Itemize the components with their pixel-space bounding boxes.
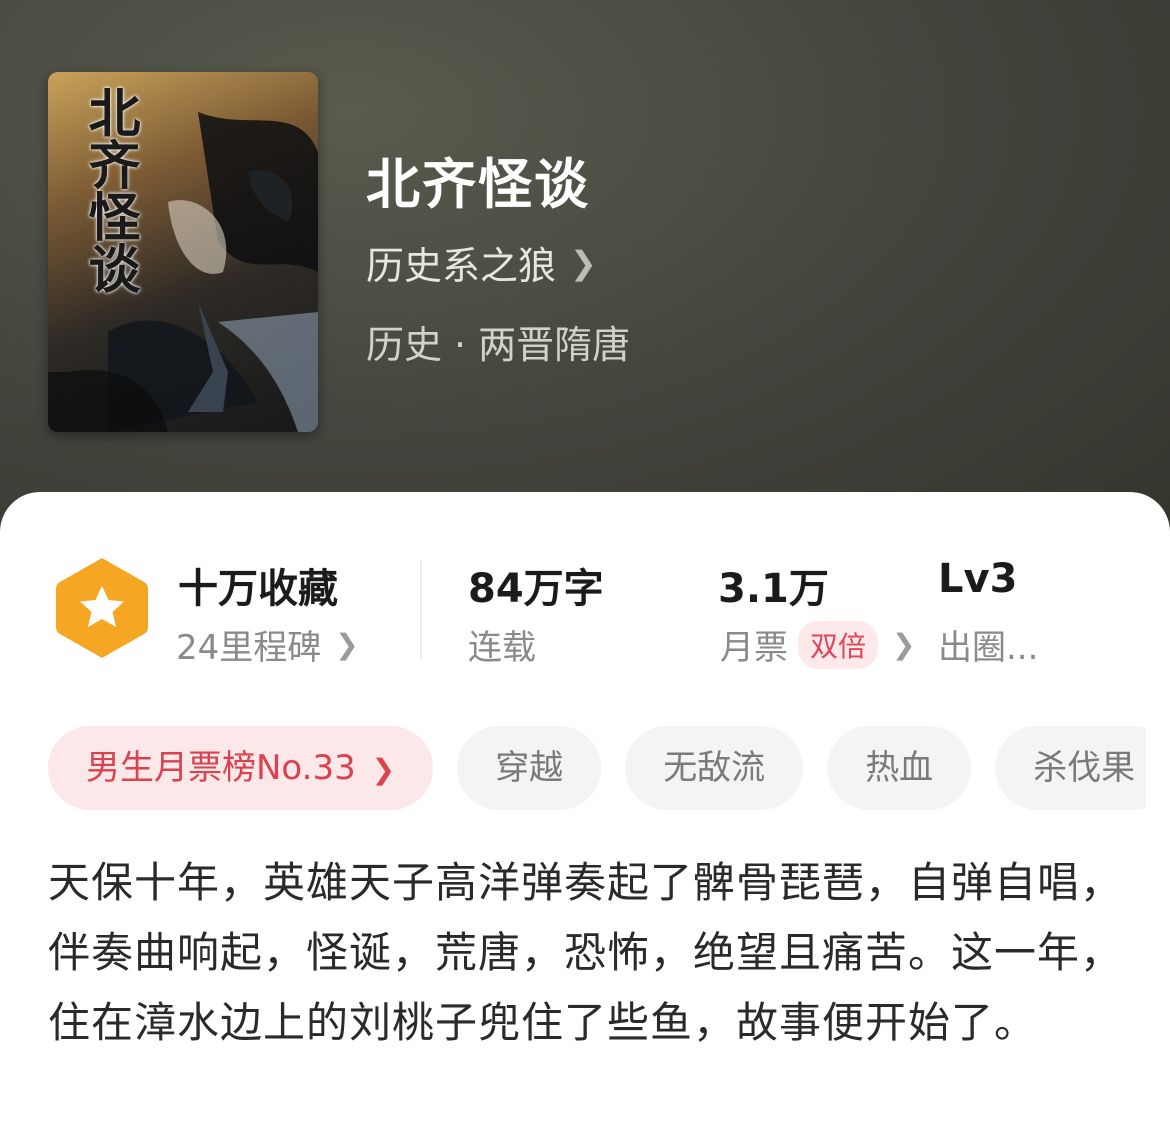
milestones-link[interactable]: 24里程碑 ❯ (176, 620, 359, 669)
level-value: Lv3 (938, 556, 1018, 602)
tag-chip[interactable]: 穿越 (457, 726, 602, 810)
milestones-label: 24里程碑 (176, 628, 322, 668)
genre-separator: · (454, 323, 467, 367)
serial-status: 连载 (468, 620, 536, 669)
rank-tag-label: 男生月票榜No.33 (86, 748, 356, 788)
tag-chip[interactable]: 热血 (827, 726, 972, 810)
stats-divider (420, 560, 422, 660)
chevron-right-icon: ❯ (892, 628, 916, 661)
chevron-right-icon: ❯ (335, 628, 359, 661)
genre: 历史 (366, 323, 443, 367)
book-cover[interactable]: 北齐怪谈 (48, 72, 318, 432)
tag-chip[interactable]: 杀伐果 (995, 726, 1146, 810)
word-count: 84万字 (468, 566, 604, 612)
author-name: 历史系之狼 (366, 244, 557, 288)
chevron-right-icon: ❯ (570, 243, 597, 282)
chevron-right-icon: ❯ (371, 753, 396, 786)
level-label: 出圈... (938, 628, 1039, 668)
tag-list: 男生月票榜No.33 ❯ 穿越 无敌流 热血 杀伐果 (48, 726, 1146, 810)
serial-status-label: 连载 (468, 628, 536, 668)
author-link[interactable]: 历史系之狼 ❯ (366, 235, 597, 290)
monthly-tickets-label: 月票 (720, 628, 788, 668)
tag-chip[interactable]: 无敌流 (625, 726, 804, 810)
book-description[interactable]: 天保十年，英雄天子高洋弹奏起了髀骨琵琶，自弹自唱，伴奏曲响起，怪诞，荒唐，恐怖，… (48, 848, 1128, 1058)
genre-info: 历史 · 两晋隋唐 (366, 314, 630, 369)
double-badge: 双倍 (798, 620, 879, 669)
star-hexagon-icon[interactable] (54, 556, 150, 660)
book-title: 北齐怪谈 (366, 153, 590, 216)
cover-title: 北齐怪谈 (79, 86, 140, 294)
level-label-link[interactable]: 出圈... (938, 620, 1038, 669)
subgenre: 两晋隋唐 (478, 323, 631, 367)
monthly-tickets-count: 3.1万 (718, 566, 829, 612)
favorites-count: 十万收藏 (178, 566, 338, 612)
book-header: 北齐怪谈 北齐怪谈 历史系之狼 ❯ 历史 · 两晋隋唐 (0, 0, 1170, 560)
monthly-tickets-link[interactable]: 月票 双倍 ❯ (720, 620, 915, 669)
rank-tag[interactable]: 男生月票榜No.33 ❯ (48, 726, 434, 810)
